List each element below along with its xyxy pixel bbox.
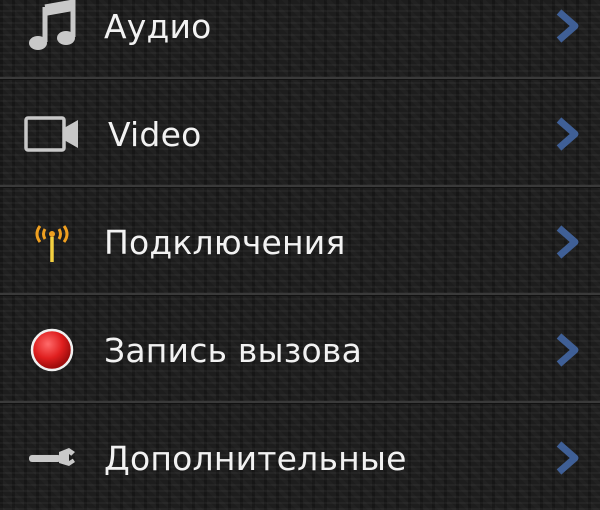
menu-item-label: Запись вызова	[104, 330, 362, 370]
music-note-icon	[22, 0, 82, 56]
menu-item-advanced[interactable]: Дополнительные	[0, 404, 600, 510]
antenna-signal-icon	[22, 212, 82, 272]
chevron-right-icon	[556, 441, 579, 475]
chevron-right-icon	[556, 117, 579, 151]
menu-item-audio[interactable]: Аудио	[0, 0, 600, 80]
menu-item-label: Аудио	[104, 6, 212, 46]
record-icon	[22, 320, 82, 380]
menu-item-connections[interactable]: Подключения	[0, 188, 600, 296]
menu-item-video[interactable]: Video	[0, 80, 600, 188]
chevron-right-icon	[556, 225, 579, 259]
settings-menu: Аудио Video Подключения Запись вызова До…	[0, 0, 600, 510]
menu-item-label: Video	[108, 114, 202, 154]
video-camera-icon	[22, 104, 82, 164]
menu-item-label: Дополнительные	[104, 438, 407, 478]
menu-item-call-recording[interactable]: Запись вызова	[0, 296, 600, 404]
chevron-right-icon	[556, 333, 579, 367]
chevron-right-icon	[556, 9, 579, 43]
wrench-icon	[22, 428, 82, 488]
menu-item-label: Подключения	[104, 222, 346, 262]
